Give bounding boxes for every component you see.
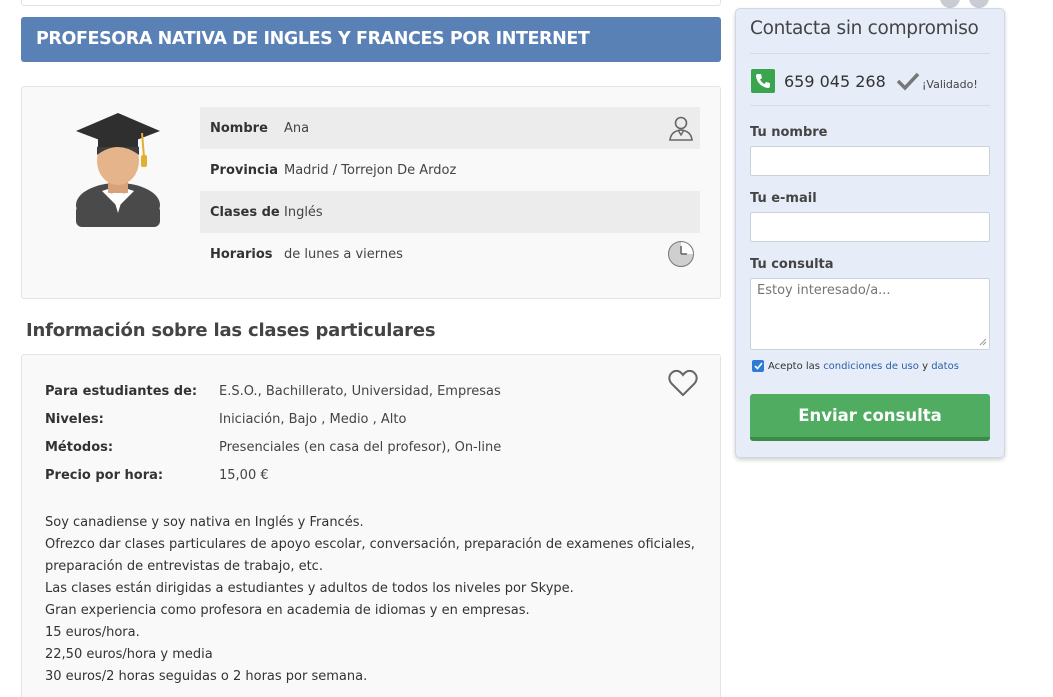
- profile-row-value: Inglés: [284, 204, 323, 220]
- validated-label: ¡Validado!: [922, 78, 978, 91]
- heart-icon[interactable]: [668, 369, 698, 397]
- profile-row-value: Madrid / Torrejon De Ardoz: [284, 162, 457, 178]
- message-textarea[interactable]: [750, 278, 990, 350]
- divider: [750, 105, 990, 106]
- profile-info-table: Nombre Ana Provincia Madrid / Torrejon D…: [200, 107, 700, 275]
- details-table: Para estudiantes de: E.S.O., Bachillerat…: [45, 377, 501, 489]
- accept-and: y: [922, 360, 928, 372]
- clock-icon: [668, 241, 694, 267]
- top-circle-button[interactable]: [969, 0, 989, 8]
- description-line: Ofrezco dar clases particulares de apoyo…: [45, 537, 695, 552]
- phone-icon: [751, 69, 775, 93]
- description-line: 22,50 euros/hora y media: [45, 647, 213, 662]
- description-line: Las clases están dirigidas a estudiantes…: [45, 581, 574, 596]
- contact-title: Contacta sin compromiso: [750, 18, 979, 39]
- detail-label: Para estudiantes de:: [45, 383, 198, 399]
- profile-row-name: Nombre Ana: [200, 107, 700, 149]
- accept-terms-row: Acepto las condiciones de uso y datos: [752, 360, 959, 372]
- message-label: Tu consulta: [750, 257, 834, 272]
- profile-row-label: Provincia: [210, 162, 278, 178]
- send-inquiry-button[interactable]: Enviar consulta: [750, 394, 990, 441]
- detail-row: Métodos: Presenciales (en casa del profe…: [45, 433, 501, 461]
- detail-value: Iniciación, Bajo , Medio , Alto: [219, 411, 407, 427]
- detail-row: Para estudiantes de: E.S.O., Bachillerat…: [45, 377, 501, 405]
- profile-row-value: de lunes a viernes: [284, 246, 403, 262]
- detail-label: Métodos:: [45, 439, 114, 455]
- previous-panel-edge: [21, 0, 721, 6]
- data-link[interactable]: datos: [931, 361, 959, 372]
- profile-row-province: Provincia Madrid / Torrejon De Ardoz: [200, 149, 700, 191]
- contact-panel: Contacta sin compromiso 659 045 268 ¡Val…: [735, 8, 1005, 458]
- description-line: preparación de entrevistas de trabajo, e…: [45, 559, 323, 574]
- profile-row-schedule: Horarios de lunes a viernes: [200, 233, 700, 275]
- details-card: Para estudiantes de: E.S.O., Bachillerat…: [21, 354, 721, 697]
- description-text: Soy canadiense y soy nativa en Inglés y …: [45, 512, 695, 688]
- teacher-icon: [669, 116, 693, 141]
- profile-row-label: Horarios: [210, 246, 273, 262]
- description-line: Soy canadiense y soy nativa en Inglés y …: [45, 515, 364, 530]
- checkmark-icon: [896, 72, 920, 91]
- accept-prefix: Acepto las: [768, 360, 820, 372]
- phone-number[interactable]: 659 045 268: [784, 72, 886, 91]
- description-line: 15 euros/hora.: [45, 625, 140, 640]
- detail-value: Presenciales (en casa del profesor), On-…: [219, 439, 502, 455]
- detail-label: Niveles:: [45, 411, 104, 427]
- checkbox-check-icon: [753, 362, 763, 370]
- description-line: Gran experiencia como profesora en acade…: [45, 603, 530, 618]
- profile-row-subject: Clases de Inglés: [200, 191, 700, 233]
- profile-row-value: Ana: [284, 120, 310, 136]
- profile-row-label: Clases de: [210, 204, 280, 220]
- divider: [750, 53, 990, 54]
- detail-value: 15,00 €: [219, 467, 269, 483]
- listing-title: PROFESORA NATIVA DE INGLES Y FRANCES POR…: [21, 17, 721, 62]
- detail-row: Precio por hora: 15,00 €: [45, 461, 501, 489]
- description-line: 30 euros/2 horas seguidas o 2 horas por …: [45, 669, 368, 684]
- profile-card: Nombre Ana Provincia Madrid / Torrejon D…: [21, 86, 721, 299]
- email-input[interactable]: [750, 212, 990, 242]
- detail-row: Niveles: Iniciación, Bajo , Medio , Alto: [45, 405, 501, 433]
- terms-link[interactable]: condiciones de uso: [823, 361, 919, 372]
- resize-grip-icon[interactable]: [979, 338, 987, 346]
- name-input[interactable]: [750, 146, 990, 176]
- detail-label: Precio por hora:: [45, 467, 164, 483]
- name-label: Tu nombre: [750, 125, 828, 140]
- email-label: Tu e-mail: [750, 191, 817, 206]
- top-circle-button[interactable]: [940, 0, 960, 8]
- detail-value: E.S.O., Bachillerato, Universidad, Empre…: [219, 383, 501, 399]
- profile-row-label: Nombre: [210, 120, 268, 136]
- details-heading: Información sobre las clases particulare…: [26, 320, 436, 341]
- graduate-avatar-icon: [76, 113, 160, 227]
- accept-checkbox[interactable]: [752, 360, 764, 372]
